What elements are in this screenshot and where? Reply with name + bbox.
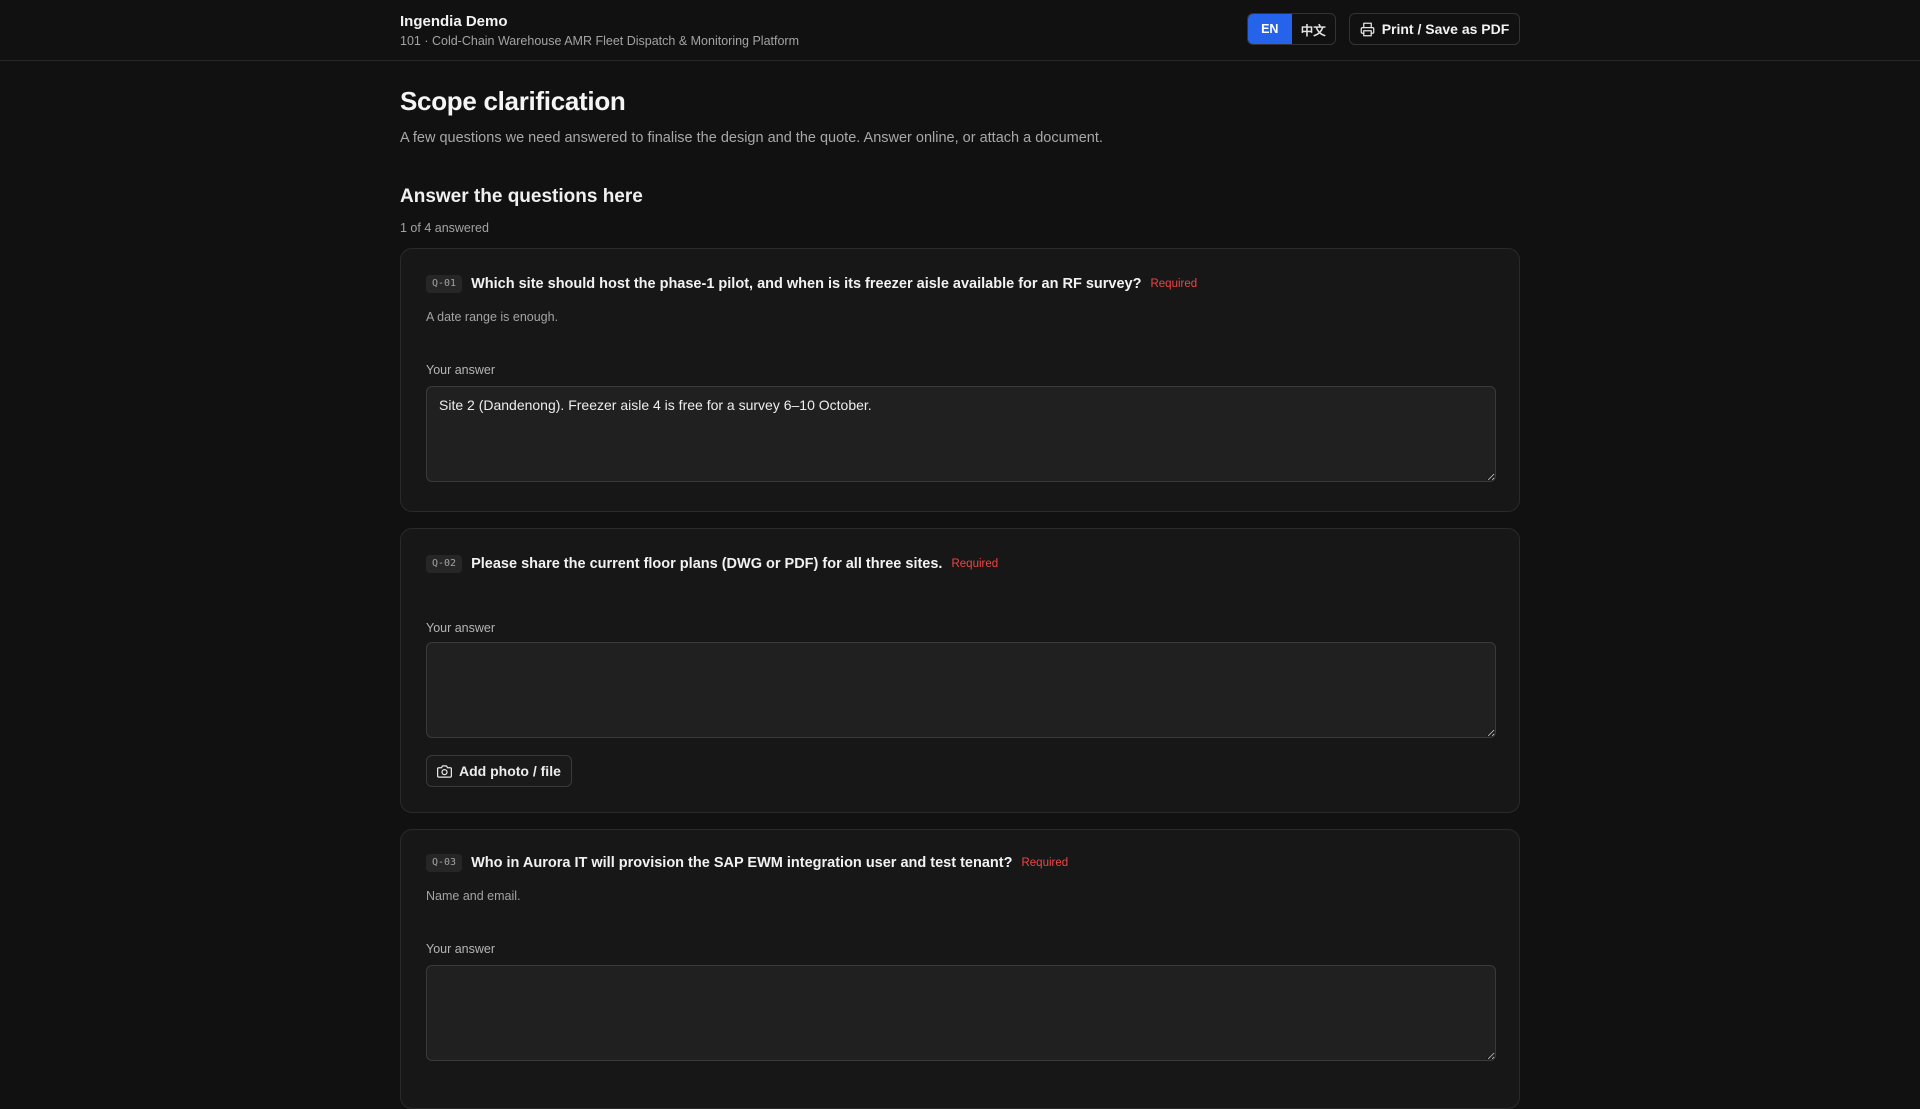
print-save-pdf-button[interactable]: Print / Save as PDF <box>1349 13 1520 45</box>
answer-label: Your answer <box>426 363 496 377</box>
question-id: Q-03 <box>426 854 463 872</box>
page-title: Scope clarification <box>400 86 626 116</box>
brand-name: Ingendia Demo <box>400 13 508 30</box>
page-description: A few questions we need answered to fina… <box>400 130 1103 146</box>
camera-icon <box>437 764 452 779</box>
question-id: Q-01 <box>426 275 463 293</box>
required-badge: Required <box>1021 857 1069 869</box>
question-card-q02: Q-02 Please share the current floor plan… <box>400 528 1520 813</box>
question-card-q03: Q-03 Who in Aurora IT will provision the… <box>400 829 1520 1109</box>
add-photo-file-label: Add photo / file <box>459 763 561 779</box>
printer-icon <box>1360 22 1375 37</box>
question-text: Please share the current floor plans (DW… <box>471 556 943 572</box>
answered-progress: 1 of 4 answered <box>400 221 489 235</box>
question-id: Q-02 <box>426 555 463 573</box>
answer-label: Your answer <box>426 942 496 956</box>
answer-input-q02[interactable] <box>426 642 1496 738</box>
answer-label: Your answer <box>426 621 496 635</box>
question-card-q01: Q-01 Which site should host the phase-1 … <box>400 248 1520 512</box>
answer-input-q01[interactable] <box>426 386 1496 482</box>
required-badge: Required <box>951 558 999 570</box>
required-badge: Required <box>1150 278 1198 290</box>
language-toggle: EN 中文 <box>1247 13 1336 45</box>
project-line: 101 · Cold-Chain Warehouse AMR Fleet Dis… <box>400 34 800 48</box>
print-label: Print / Save as PDF <box>1381 21 1510 37</box>
question-hint: A date range is enough. <box>426 310 559 324</box>
answer-input-q03[interactable] <box>426 965 1496 1061</box>
add-photo-file-button[interactable]: Add photo / file <box>426 755 572 787</box>
question-text: Which site should host the phase-1 pilot… <box>471 276 1142 292</box>
question-header: Q-02 Please share the current floor plan… <box>426 555 998 573</box>
brand: Ingendia Demo 101 · Cold-Chain Warehouse… <box>400 13 799 49</box>
question-header: Q-01 Which site should host the phase-1 … <box>426 275 1197 293</box>
language-en-button[interactable]: EN <box>1248 14 1292 44</box>
language-zh-button[interactable]: 中文 <box>1292 14 1336 44</box>
question-text: Who in Aurora IT will provision the SAP … <box>471 855 1013 871</box>
question-hint: Name and email. <box>426 889 521 903</box>
section-title: Answer the questions here <box>400 186 643 207</box>
top-bar: Ingendia Demo 101 · Cold-Chain Warehouse… <box>0 0 1920 61</box>
question-header: Q-03 Who in Aurora IT will provision the… <box>426 854 1068 872</box>
